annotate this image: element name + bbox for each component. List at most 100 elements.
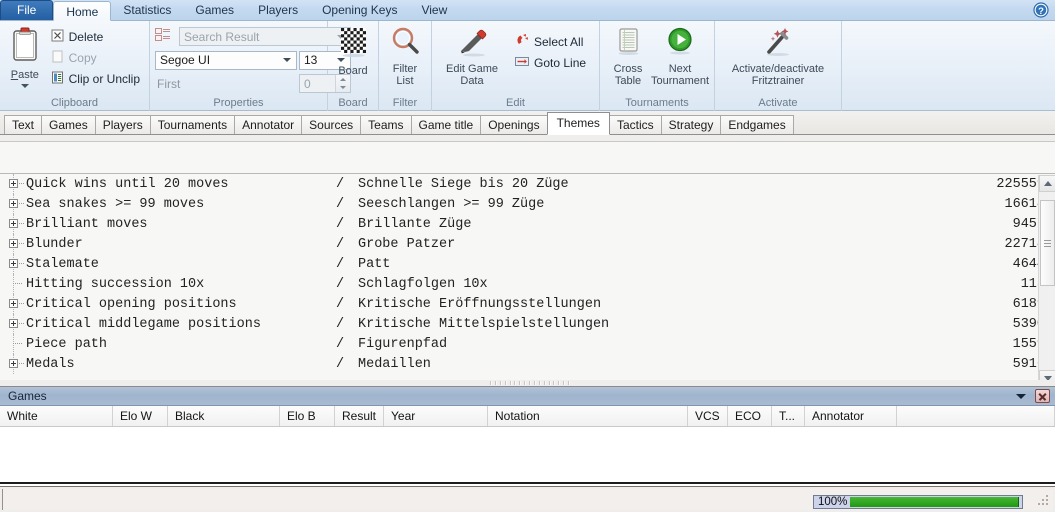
tab-themes[interactable]: Themes <box>546 112 610 135</box>
themes-tree-row[interactable]: Blunder / Grobe Patzer 22718 <box>0 234 1055 254</box>
delete-button[interactable]: Delete <box>49 26 144 47</box>
cross-table-button[interactable]: Cross Table <box>605 24 651 87</box>
tab-games[interactable]: Games <box>41 115 96 134</box>
theme-name-de: Medaillen <box>358 356 431 372</box>
themes-tree-row[interactable]: Critical opening positions / Kritische Erö… <box>0 294 1055 314</box>
tab-annotator[interactable]: Annotator <box>234 115 303 134</box>
tab-teams[interactable]: Teams <box>360 115 412 134</box>
ribbon-tab-file[interactable]: File <box>0 0 54 20</box>
scrollbar-thumb[interactable] <box>1040 200 1055 286</box>
games-column-header[interactable]: ECO <box>728 406 772 426</box>
edit-game-data-label-line1: Edit Game <box>446 63 498 75</box>
games-column-header[interactable]: VCS <box>688 406 728 426</box>
select-all-magnet-icon <box>515 33 529 50</box>
goto-line-button[interactable]: Goto Line <box>513 52 590 73</box>
ribbon-tab-games[interactable]: Games <box>183 0 246 20</box>
games-column-header[interactable]: Annotator <box>805 406 897 426</box>
panel-menu-caret-icon[interactable] <box>1016 393 1026 399</box>
ribbon-group-clipboard: Paste Delete Copy Clip or Unclip Clipboa… <box>0 21 150 111</box>
select-all-button[interactable]: Select All <box>513 31 590 52</box>
splitter-grip-icon <box>490 381 570 385</box>
theme-name-en: Brilliant moves <box>26 216 148 232</box>
table-grid-icon <box>613 26 643 61</box>
tab-sources[interactable]: Sources <box>301 115 362 134</box>
chevron-down-icon[interactable] <box>20 84 29 88</box>
tab-strategy[interactable]: Strategy <box>660 115 722 134</box>
games-list-body[interactable] <box>0 427 1055 484</box>
games-column-header[interactable]: White <box>0 406 113 426</box>
tab-endgames[interactable]: Endgames <box>720 115 794 134</box>
tree-expand-plus-icon[interactable] <box>9 359 18 368</box>
themes-tree-vertical-scrollbar[interactable] <box>1038 175 1055 386</box>
panel-close-icon[interactable] <box>1035 389 1050 403</box>
themes-tree-rows: Quick wins until 20 moves / Schnelle Siege… <box>0 174 1055 374</box>
ribbon-tab-statistics[interactable]: Statistics <box>111 0 183 20</box>
ribbon-tab-view[interactable]: View <box>409 0 459 20</box>
games-column-header[interactable]: T... <box>772 406 805 426</box>
tree-expand-plus-icon[interactable] <box>9 259 18 268</box>
resize-grip-icon[interactable] <box>1038 495 1049 506</box>
tree-expand-plus-icon[interactable] <box>9 299 18 308</box>
themes-tree-row[interactable]: Stalemate / Patt 4644 <box>0 254 1055 274</box>
games-column-header[interactable]: Result <box>335 406 384 426</box>
theme-name-en: Sea snakes >= 99 moves <box>26 196 205 212</box>
search-result-combo[interactable]: Search Result <box>179 27 351 46</box>
ribbon-tab-home[interactable]: Home <box>53 1 112 21</box>
next-tournament-button[interactable]: Next Tournament <box>651 24 709 87</box>
tab-game-title[interactable]: Game title <box>410 115 482 134</box>
tree-expand-plus-icon[interactable] <box>9 219 18 228</box>
tab-players[interactable]: Players <box>94 115 151 134</box>
tab-tournaments[interactable]: Tournaments <box>149 115 236 134</box>
tree-expand-plus-icon[interactable] <box>9 199 18 208</box>
ribbon-group-filter: Filter List Filter <box>379 21 432 111</box>
ribbon-group-tournaments-label: Tournaments <box>625 97 689 109</box>
tree-expand-plus-icon[interactable] <box>9 179 18 188</box>
theme-name-de: Brillante Züge <box>358 216 472 232</box>
help-circle-icon[interactable]: ? <box>1033 2 1049 18</box>
copy-button[interactable]: Copy <box>49 47 144 68</box>
clip-or-unclip-button[interactable]: Clip or Unclip <box>49 68 144 89</box>
activate-label-line1: Activate/deactivate <box>731 63 825 75</box>
edit-game-data-label: Edit Game Data <box>446 63 498 87</box>
themes-tree-row[interactable]: Brilliant moves / Brillante Züge 9457 <box>0 214 1055 234</box>
tree-expand-plus-icon[interactable] <box>9 239 18 248</box>
chevron-down-icon <box>283 58 291 62</box>
clipboard-paste-icon <box>8 26 42 67</box>
tab-openings[interactable]: Openings <box>480 115 548 134</box>
board-button[interactable]: Board <box>333 24 373 77</box>
games-column-header-filler[interactable] <box>897 406 1055 426</box>
cross-table-label-line2: Table <box>614 75 642 87</box>
themes-tree-row[interactable]: Sea snakes >= 99 moves / Seeschlangen >= 9… <box>0 194 1055 214</box>
themes-tree-row[interactable]: Critical middlegame positions / Kritische … <box>0 314 1055 334</box>
games-column-header[interactable]: Elo B <box>280 406 335 426</box>
next-tournament-label-line1: Next <box>668 63 692 75</box>
filter-list-button[interactable]: Filter List <box>384 24 426 87</box>
magic-wand-icon <box>758 26 798 61</box>
scroll-up-arrow-icon[interactable] <box>1039 175 1055 192</box>
tab-tactics[interactable]: Tactics <box>608 115 662 134</box>
games-column-header[interactable]: Elo W <box>113 406 168 426</box>
activate-fritztrainer-button[interactable]: Activate/deactivate Fritztrainer <box>720 24 836 87</box>
games-column-header[interactable]: Black <box>168 406 280 426</box>
ribbon-tab-players[interactable]: Players <box>246 0 310 20</box>
tab-text[interactable]: Text <box>4 115 43 134</box>
tree-expand-plus-icon[interactable] <box>9 319 18 328</box>
theme-name-de: Schlagfolgen 10x <box>358 276 488 292</box>
edit-game-data-button[interactable]: Edit Game Data <box>437 24 507 87</box>
ribbon-tab-opening-keys[interactable]: Opening Keys <box>310 0 409 20</box>
tree-connector-dots <box>19 223 24 224</box>
font-name-combo[interactable]: Segoe UI <box>155 50 297 70</box>
green-play-circle-icon <box>664 26 696 61</box>
themes-tree-row[interactable]: Quick wins until 20 moves / Schnelle Siege… <box>0 174 1055 194</box>
key-list-icon[interactable] <box>155 28 177 45</box>
games-column-header[interactable]: Notation <box>488 406 688 426</box>
paste-button[interactable]: Paste <box>5 24 45 88</box>
themes-tree-row[interactable]: Hitting succession 10x / Schlagfolgen 10x 1… <box>0 274 1055 294</box>
games-panel-caption: Games <box>0 387 1055 406</box>
delete-button-label: Delete <box>68 29 104 44</box>
themes-tree-row[interactable]: Piece path / Figurenpfad 1559 <box>0 334 1055 354</box>
themes-tree-row[interactable]: Medals / Medaillen 5916 <box>0 354 1055 374</box>
goto-line-icon <box>515 55 529 71</box>
games-column-header[interactable]: Year <box>384 406 488 426</box>
games-panel-title: Games <box>8 389 47 403</box>
